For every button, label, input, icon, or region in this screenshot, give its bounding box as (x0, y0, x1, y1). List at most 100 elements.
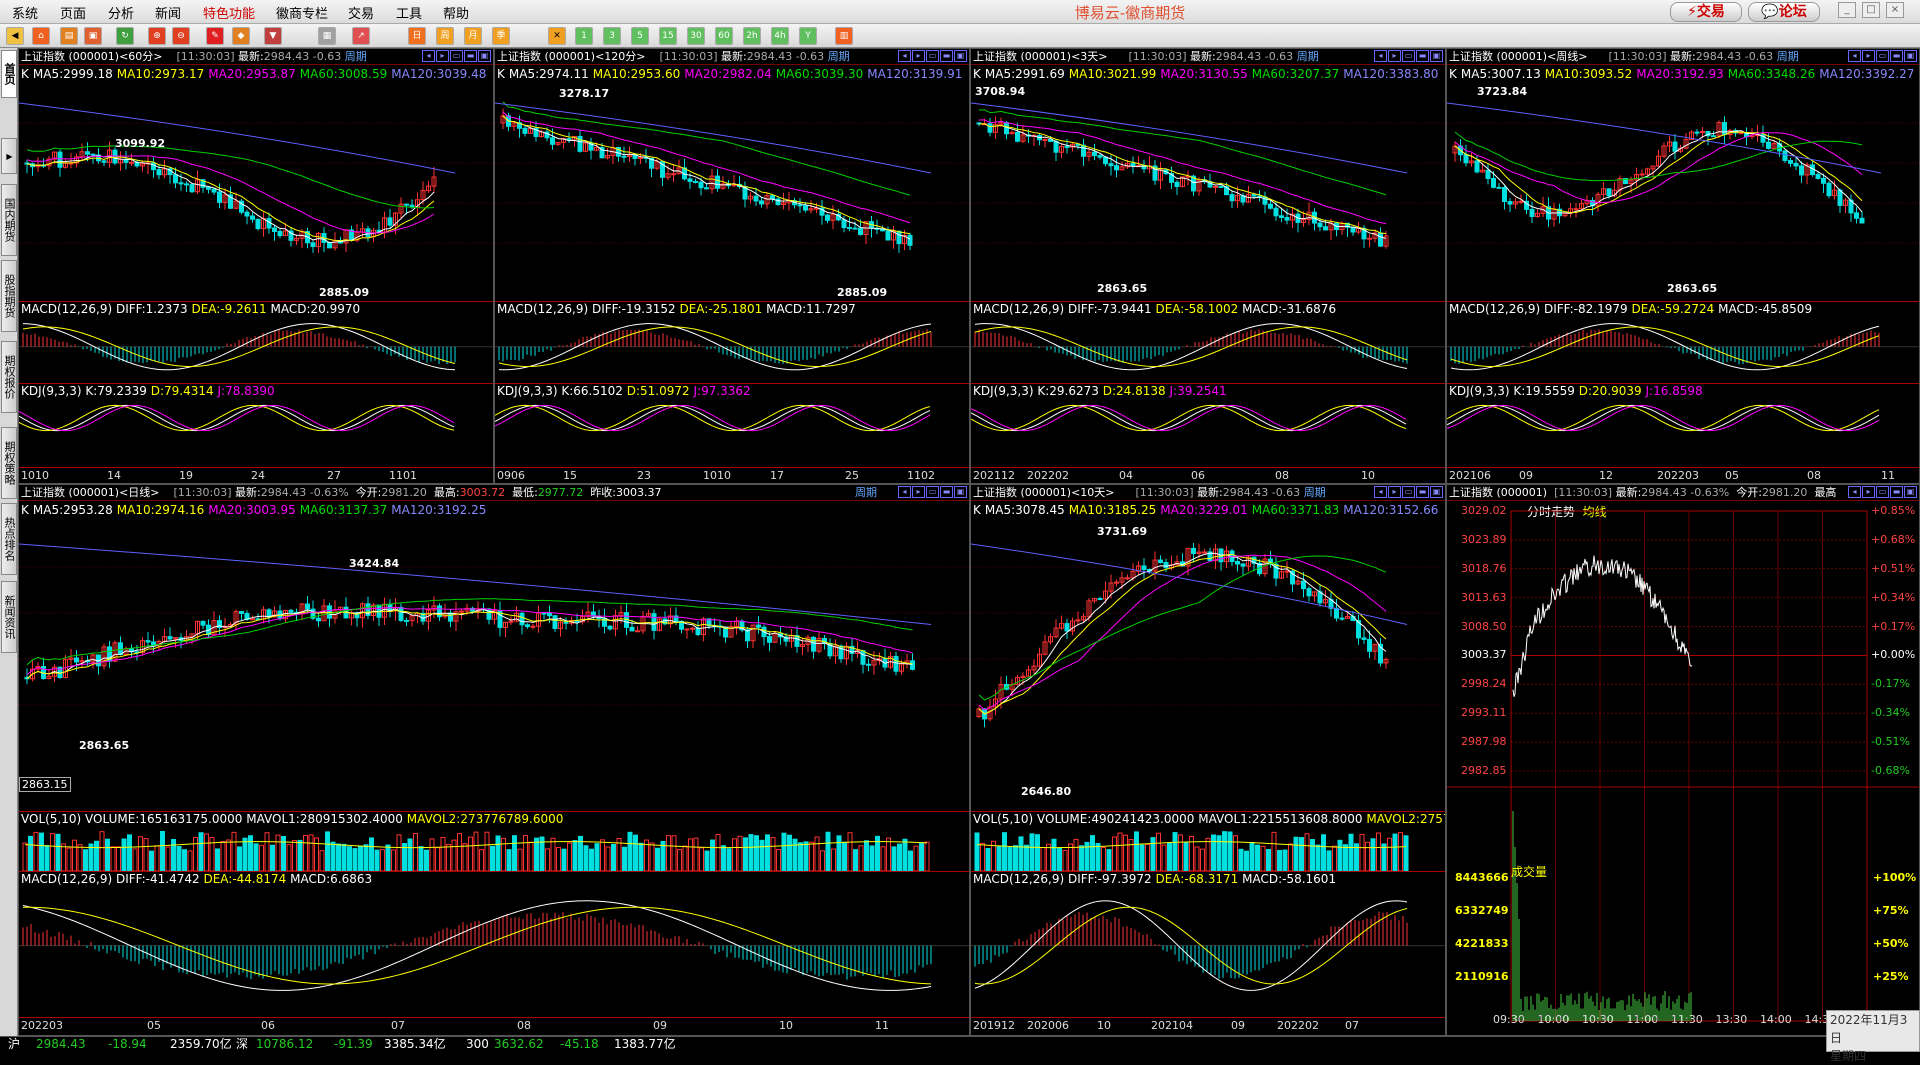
period-60-button[interactable]: 60 (715, 27, 733, 45)
panel-controls[interactable]: ◂ ▸ ▭ ▬ ▣ (898, 50, 967, 62)
trade-button[interactable]: ⚡交易 (1670, 2, 1742, 22)
home-icon[interactable]: ⌂ (32, 27, 50, 45)
tab-home[interactable]: 首页 (1, 50, 17, 98)
draw-icon[interactable]: ✎ (206, 27, 224, 45)
macd-panel: MACD(12,26,9) DIFF:-73.9441 DEA:-58.1002… (971, 301, 1445, 383)
chart-panel-120min[interactable]: 上证指数 (000001)<120分> [11:30:03] 最新:2984.4… (494, 48, 970, 484)
pct-tick: +0.17% (1871, 619, 1916, 633)
chat-icon: 💬 (1761, 4, 1779, 20)
sz-index[interactable]: 10786.12 (256, 1037, 313, 1052)
weekly-icon[interactable]: 周 (436, 27, 454, 45)
collapse-icon[interactable]: ▶ (1, 138, 17, 174)
period-1-button[interactable]: 1 (575, 27, 593, 45)
minimize-icon[interactable]: _ (1838, 2, 1856, 18)
price-tick: 3029.02 (1461, 504, 1507, 517)
volume-pct-tick: +100% (1873, 871, 1917, 884)
panel-header: 上证指数 (000001)<120分> [11:30:03] 最新:2984.4… (495, 49, 969, 65)
chart-panel-weekly[interactable]: 上证指数 (000001)<周线> [11:30:03] 最新:2984.43 … (1446, 48, 1920, 484)
paint-icon[interactable]: ◆ (232, 27, 250, 45)
side-tabs: 首页 ▶ 国内期货 股指期货 期权报价 期权策略 热点排名 新闻资讯 (0, 48, 18, 1036)
close-icon[interactable]: × (1886, 2, 1904, 18)
period-year-button[interactable]: Y (799, 27, 817, 45)
chart-panel-3day[interactable]: 上证指数 (000001)<3天> [11:30:03] 最新:2984.43 … (970, 48, 1446, 484)
volume-tick: 6332749 (1455, 904, 1509, 917)
price-tick: 3008.50 (1461, 619, 1507, 633)
period-selector[interactable]: 周期 (1777, 50, 1799, 63)
kdj-chart (19, 404, 455, 432)
toolbar: ◀ ⌂ ▤ ▣ ↻ ⊕ ⊖ ✎ ◆ ▼ ▦ ↗ 日 周 月 季 ✕ 1 3 5 … (0, 24, 1920, 48)
zoom-out-icon[interactable]: ⊖ (172, 27, 190, 45)
daily-icon[interactable]: 日 (408, 27, 426, 45)
monthly-icon[interactable]: 月 (464, 27, 482, 45)
c300-change: -45.18 (560, 1037, 599, 1051)
period-30-button[interactable]: 30 (687, 27, 705, 45)
menu-special[interactable]: 特色功能 (203, 3, 255, 22)
panel-controls[interactable]: ◂ ▸ ▭ ▬ ▣ (1848, 486, 1917, 498)
macd-chart (19, 900, 969, 991)
tab-news[interactable]: 新闻资讯 (1, 581, 17, 653)
x-axis: 201912 202006 10 202104 09 202202 07 (971, 1017, 1445, 1033)
grid-icon[interactable]: ▥ (835, 27, 853, 45)
x-axis: 202106 09 12 202203 05 08 11 (1447, 467, 1919, 483)
quote-icon[interactable]: ▤ (60, 27, 78, 45)
period-5-button[interactable]: 5 (631, 27, 649, 45)
chart-panel-daily[interactable]: 上证指数 (000001)<日线> [11:30:03] 最新:2984.43 … (18, 484, 970, 1036)
period-4h-button[interactable]: 4h (771, 27, 789, 45)
panel-controls[interactable]: ◂ ▸ ▭ ▬ ▣ (422, 50, 491, 62)
time-tick: 14:00 (1760, 1013, 1792, 1026)
c300-index[interactable]: 3632.62 (494, 1037, 544, 1052)
menu-page[interactable]: 页面 (60, 3, 86, 22)
ma-legend: K MA5:2991.69 MA10:3021.99 MA20:3130.55 MA60… (973, 67, 1439, 81)
calc-icon[interactable]: ▦ (318, 27, 336, 45)
zoom-in-icon[interactable]: ⊕ (148, 27, 166, 45)
date-box: 2022年11月3日 星期四 (1826, 1010, 1920, 1063)
tab-options-quote[interactable]: 期权报价 (1, 341, 17, 413)
price-tick: 3013.63 (1461, 590, 1507, 604)
volume-pct-tick: +50% (1873, 937, 1909, 950)
period-3-button[interactable]: 3 (603, 27, 621, 45)
menu-news[interactable]: 新闻 (155, 3, 181, 22)
tab-index-futures[interactable]: 股指期货 (1, 260, 17, 332)
menu-system[interactable]: 系统 (12, 3, 38, 22)
period-2h-button[interactable]: 2h (743, 27, 761, 45)
cursor-price-label: 2863.15 (19, 777, 71, 792)
forum-button[interactable]: 💬论坛 (1748, 2, 1820, 22)
trend-icon[interactable]: ↗ (352, 27, 370, 45)
chart-panel-10day[interactable]: 上证指数 (000001)<10天> [11:30:03] 最新:2984.43… (970, 484, 1446, 1036)
macd-panel: MACD(12,26,9) DIFF:1.2373 DEA:-9.2611 MA… (19, 301, 493, 383)
time-tick: 10:30 (1582, 1013, 1614, 1026)
sh-index[interactable]: 2984.43 (36, 1037, 86, 1052)
low-marker: 2885.09 (837, 286, 888, 299)
quarter-icon[interactable]: 季 (492, 27, 510, 45)
tab-domestic-futures[interactable]: 国内期货 (1, 184, 17, 256)
menu-tools[interactable]: 工具 (396, 3, 422, 22)
maximize-icon[interactable]: □ (1862, 2, 1880, 18)
panel-controls[interactable]: ◂ ▸ ▭ ▬ ▣ (1374, 50, 1443, 62)
menu-trade[interactable]: 交易 (348, 3, 374, 22)
period-15-button[interactable]: 15 (659, 27, 677, 45)
tab-options-strategy[interactable]: 期权策略 (1, 427, 17, 499)
high-marker: 3099.92 (115, 137, 166, 150)
period-selector[interactable]: 周期 (345, 50, 367, 63)
period-selector[interactable]: 周期 (828, 50, 850, 63)
menu-help[interactable]: 帮助 (443, 3, 469, 22)
macd-chart (1447, 323, 1919, 371)
filter-icon[interactable]: ▼ (264, 27, 282, 45)
tab-hot-ranking[interactable]: 热点排名 (1, 503, 17, 575)
chart-panel-intraday[interactable]: 上证指数 (000001) [11:30:03] 最新:2984.43 -0.6… (1446, 484, 1920, 1036)
period-selector[interactable]: 周期 (1297, 50, 1319, 63)
back-icon[interactable]: ◀ (6, 27, 24, 45)
period-icon[interactable]: ✕ (548, 27, 566, 45)
period-selector[interactable]: 周期 (1304, 486, 1326, 499)
refresh-icon[interactable]: ↻ (116, 27, 134, 45)
menu-column[interactable]: 徽商专栏 (276, 3, 328, 22)
chart-panel-60min[interactable]: 上证指数 (000001)<60分> [11:30:03] 最新:2984.43… (18, 48, 494, 484)
panel-controls[interactable]: ◂ ▸ ▭ ▬ ▣ (898, 486, 967, 498)
menu-analysis[interactable]: 分析 (108, 3, 134, 22)
kdj-panel: KDJ(9,3,3) K:66.5102 D:51.0972 J:97.3362 (495, 383, 969, 467)
panel-controls[interactable]: ◂ ▸ ▭ ▬ ▣ (1374, 486, 1443, 498)
period-selector[interactable]: 周期 (855, 485, 877, 500)
kdj-panel: KDJ(9,3,3) K:79.2339 D:79.4314 J:78.8390 (19, 383, 493, 467)
window-icon[interactable]: ▣ (84, 27, 102, 45)
panel-controls[interactable]: ◂ ▸ ▭ ▬ ▣ (1848, 50, 1917, 62)
